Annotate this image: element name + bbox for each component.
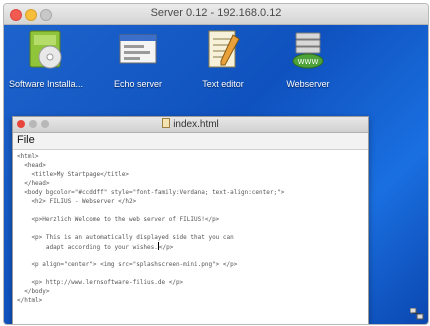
network-connection-icon[interactable] xyxy=(410,308,424,320)
desktop-icon-label: Echo server xyxy=(113,79,163,89)
window-titlebar[interactable]: Server 0.12 - 192.168.0.12 xyxy=(4,4,428,25)
code-line: </body> xyxy=(17,288,50,295)
code-line: <body bgcolor="#ccddff" style="font-fami… xyxy=(17,189,285,196)
code-editor-textarea[interactable]: <html> <head> <title>My Startpage</title… xyxy=(13,150,368,324)
desktop-icon-text-editor[interactable]: Text editor xyxy=(178,29,268,93)
svg-text:WWW: WWW xyxy=(298,58,319,66)
webserver-icon: WWW xyxy=(292,32,324,69)
code-line: </head> xyxy=(17,180,50,187)
editor-titlebar[interactable]: index.html xyxy=(13,117,368,133)
desktop: Software Installa... Echo server Text ed… xyxy=(4,25,428,324)
window-title: Server 0.12 - 192.168.0.12 xyxy=(150,7,282,19)
editor-title: index.html xyxy=(13,118,368,130)
server-window: Server 0.12 - 192.168.0.12 Software Inst… xyxy=(3,3,429,325)
code-line: <p> This is an automatically displayed s… xyxy=(17,234,234,241)
code-line: <title>My Startpage</title> xyxy=(17,171,129,178)
code-line: <p>Herzlich Welcome to the web server of… xyxy=(17,216,220,223)
desktop-icon-label: Text editor xyxy=(202,79,244,89)
code-line: <p> http://www.lernsoftware-filius.de </… xyxy=(17,279,184,286)
editor-menubar: File xyxy=(13,133,368,150)
software-installer-icon xyxy=(29,30,62,69)
code-line: <html> xyxy=(17,153,39,160)
text-editor-window: index.html File <html> <head> <title>My … xyxy=(12,116,369,324)
code-line-suffix: </p> xyxy=(158,244,174,251)
desktop-icon-software-installer[interactable]: Software Installa... xyxy=(4,29,91,93)
code-line: </html> xyxy=(17,297,43,304)
code-line: <h2> FILIUS - Webserver </h2> xyxy=(17,198,137,205)
menu-file[interactable]: File xyxy=(17,134,35,146)
editor-title-text: index.html xyxy=(173,119,219,130)
code-line: <p align="center"> <img src="splashscree… xyxy=(17,261,238,268)
echo-server-icon xyxy=(119,34,157,64)
desktop-icon-label: Webserver xyxy=(286,79,330,89)
text-editor-icon xyxy=(208,30,240,68)
desktop-icon-label: Software Installa... xyxy=(8,79,84,89)
code-line: <head> xyxy=(17,162,46,169)
file-icon xyxy=(162,118,171,128)
desktop-icon-webserver[interactable]: WWW Webserver xyxy=(263,29,353,93)
code-line-with-cursor: adapt according to your wishes.</p> xyxy=(17,242,173,251)
desktop-icon-echo-server[interactable]: Echo server xyxy=(93,29,183,93)
code-line-text: adapt according to your wishes. xyxy=(17,244,158,251)
